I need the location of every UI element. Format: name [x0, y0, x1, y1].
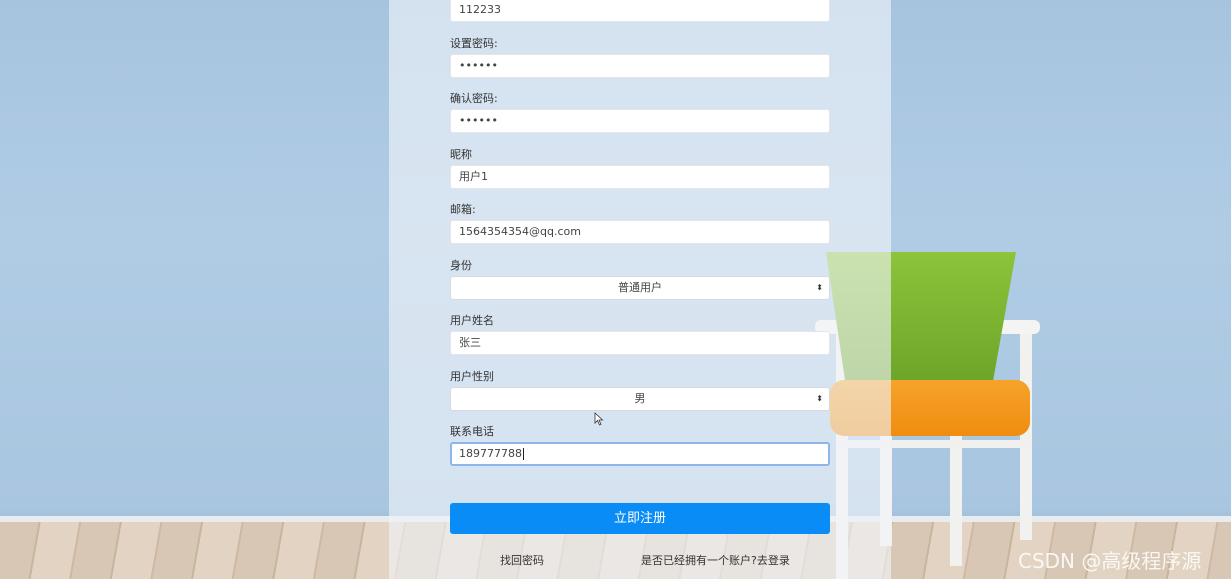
- gender-selected: 男: [634, 392, 646, 405]
- phone-input[interactable]: 189777788: [450, 442, 830, 466]
- confirm-password-input[interactable]: ••••••: [450, 109, 830, 133]
- email-input[interactable]: 1564354354@qq.com: [450, 220, 830, 244]
- gender-label: 用户性别: [450, 370, 494, 383]
- identity-select[interactable]: 普通用户 ⬍: [450, 276, 830, 300]
- chair-leg: [1020, 330, 1032, 540]
- confirm-password-value: ••••••: [459, 114, 498, 127]
- nickname-label: 昵称: [450, 148, 472, 161]
- real-name-input[interactable]: 张三: [450, 331, 830, 355]
- nickname-input[interactable]: 用户1: [450, 165, 830, 189]
- chair-leg: [950, 436, 962, 566]
- nickname-value: 用户1: [459, 170, 488, 183]
- account-value: 112233: [459, 3, 501, 16]
- register-button-label: 立即注册: [613, 511, 666, 526]
- watermark: CSDN @高级程序源: [1018, 549, 1202, 573]
- find-password-link[interactable]: 找回密码: [500, 552, 544, 568]
- password-value: ••••••: [459, 59, 498, 72]
- phone-label: 联系电话: [450, 425, 494, 438]
- page-background: 112233 设置密码: •••••• 确认密码: •••••• 昵称 用户1 …: [0, 0, 1231, 579]
- identity-selected: 普通用户: [618, 281, 662, 294]
- email-label: 邮箱:: [450, 203, 476, 216]
- text-caret: [523, 448, 524, 460]
- password-input[interactable]: ••••••: [450, 54, 830, 78]
- password-label: 设置密码:: [450, 37, 498, 50]
- select-arrows-icon: ⬍: [816, 283, 823, 292]
- go-login-link[interactable]: 是否已经拥有一个账户?去登录: [641, 552, 790, 568]
- gender-select[interactable]: 男 ⬍: [450, 387, 830, 411]
- account-input[interactable]: 112233: [450, 0, 830, 22]
- register-button[interactable]: 立即注册: [450, 503, 830, 534]
- phone-value: 189777788: [459, 447, 522, 460]
- email-value: 1564354354@qq.com: [459, 225, 581, 238]
- mouse-pointer-icon: [594, 412, 604, 426]
- confirm-password-label: 确认密码:: [450, 92, 498, 105]
- real-name-value: 张三: [459, 336, 481, 349]
- select-arrows-icon: ⬍: [816, 394, 823, 403]
- real-name-label: 用户姓名: [450, 314, 494, 327]
- identity-label: 身份: [450, 259, 472, 272]
